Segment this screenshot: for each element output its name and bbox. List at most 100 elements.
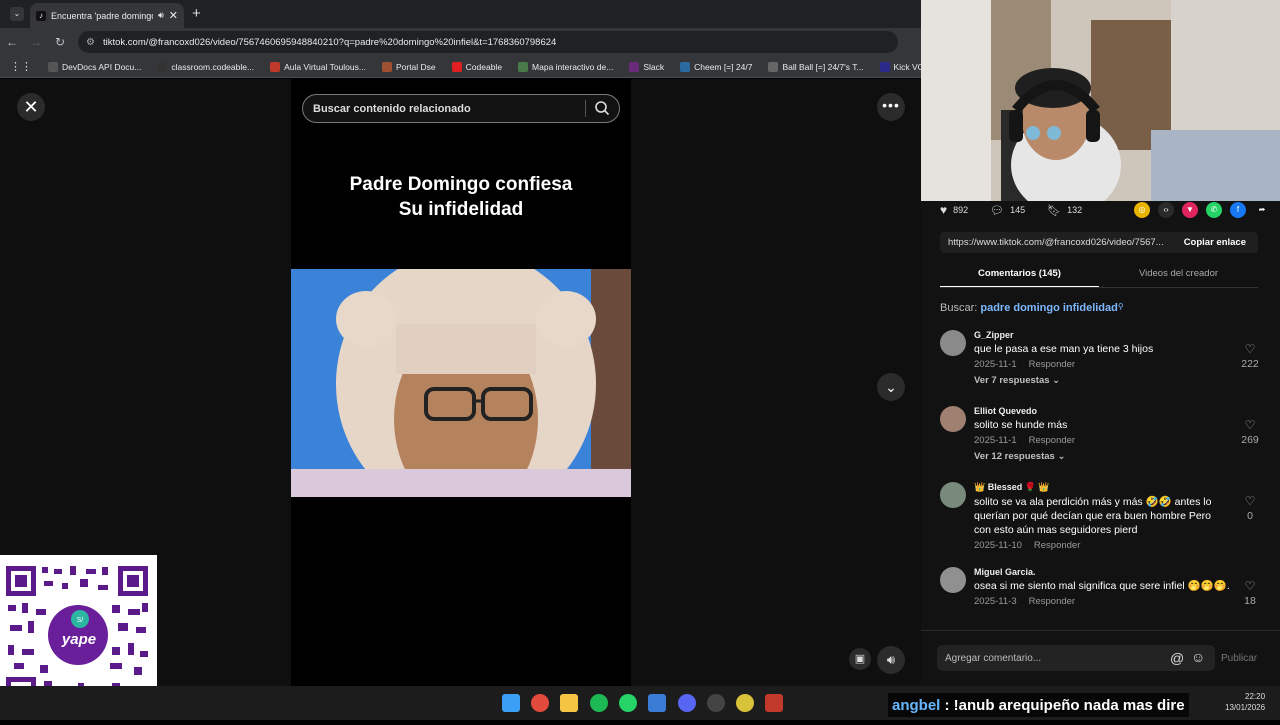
comment-input[interactable] — [945, 652, 1165, 664]
search-icon[interactable] — [594, 100, 610, 116]
reload-icon[interactable]: ↻ — [48, 35, 72, 49]
comment-like-button[interactable]: ♡ 0 — [1238, 494, 1262, 522]
copy-link-button[interactable]: Copiar enlace — [1172, 237, 1258, 248]
comment-like-count: 0 — [1247, 510, 1253, 522]
bookmark-item[interactable]: Mapa interactivo de... — [510, 61, 621, 72]
close-tab-icon[interactable]: ✕ — [169, 9, 178, 22]
bookmark-item[interactable]: Portal Dse — [374, 61, 444, 72]
bookmark-favicon-icon — [518, 61, 529, 72]
obs-icon[interactable] — [707, 694, 725, 712]
spotify-icon[interactable] — [590, 694, 608, 712]
comment-like-button[interactable]: ♡ 222 — [1238, 342, 1262, 370]
chevron-down-icon: ⌄ — [1052, 375, 1061, 386]
tab-creator-videos[interactable]: Videos del creador — [1099, 264, 1258, 288]
comment-like-count: 269 — [1241, 434, 1259, 446]
chrome-icon[interactable] — [531, 694, 549, 712]
embed-icon[interactable]: ‹› — [1158, 202, 1174, 218]
app-icon[interactable] — [736, 694, 754, 712]
reply-button[interactable]: Responder — [1034, 540, 1080, 551]
comment-username[interactable]: Miguel Garcia. — [974, 567, 1230, 577]
bookmark-label: Slack — [643, 61, 665, 72]
system-clock[interactable]: 22:20 13/01/2026 — [1225, 691, 1265, 713]
tab-comments[interactable]: Comentarios (145) — [940, 264, 1099, 288]
likes-stat[interactable]: ♥ 892 — [940, 203, 968, 217]
next-video-button[interactable]: ⌄ — [877, 373, 905, 401]
bookmark-favicon-icon — [768, 61, 779, 72]
video-caption-line2: Su infidelidad — [398, 199, 524, 220]
comments-count: 145 — [1010, 205, 1026, 215]
saves-stat[interactable]: 🔖︎ 132 — [1047, 204, 1082, 217]
chat-username: angbel — [892, 696, 941, 714]
picture-in-picture-button[interactable]: ▣ — [849, 648, 871, 670]
likes-count: 892 — [953, 205, 969, 215]
comment-like-button[interactable]: ♡ 269 — [1238, 418, 1262, 446]
url-field[interactable]: ⚙ tiktok.com/@francoxd026/video/75674606… — [78, 31, 898, 53]
bookmark-icon: 🔖︎ — [1047, 204, 1062, 217]
bookmark-item[interactable]: Aula Virtual Toulous... — [262, 61, 374, 72]
forward-icon[interactable]: → — [24, 35, 48, 49]
comment-username[interactable]: Elliot Quevedo — [974, 406, 1230, 416]
new-tab-icon[interactable]: + — [192, 5, 201, 22]
back-icon[interactable]: ← — [0, 35, 24, 49]
view-replies-label: Ver 7 respuestas — [974, 375, 1050, 386]
avatar[interactable] — [940, 567, 966, 593]
view-replies-button[interactable]: Ver 12 respuestas ⌄ — [974, 451, 1230, 462]
heart-outline-icon: ♡ — [1244, 342, 1256, 356]
bookmark-item[interactable]: Ball Ball [=] 24/7's T... — [760, 61, 871, 72]
windows-start-icon[interactable] — [502, 694, 520, 712]
browser-tab[interactable]: ♪ Encuentra 'padre domingo 🔊︎ ✕ — [30, 3, 184, 28]
related-search-field[interactable] — [302, 94, 620, 123]
related-search-query[interactable]: padre domingo infidelidad — [980, 302, 1118, 314]
volume-button[interactable]: 🔊︎ — [877, 646, 905, 674]
whatsapp-app-icon[interactable] — [619, 694, 637, 712]
related-search-suggestion[interactable]: Buscar: padre domingo infidelidad⚲ — [940, 302, 1124, 314]
share-link-text[interactable]: https://www.tiktok.com/@francoxd026/vide… — [948, 237, 1172, 248]
share-arrow-icon[interactable]: ➦ — [1254, 202, 1270, 218]
video-stats-row: ♥ 892 💬︎ 145 🔖︎ 132 ◎ ‹› ▼ ✆ f ➦ — [940, 201, 1270, 219]
site-info-icon[interactable]: ⚙ — [86, 37, 95, 48]
comment-username[interactable]: 👑 Blessed 🌹 👑 — [974, 482, 1230, 493]
related-search-input[interactable] — [313, 102, 583, 115]
avatar[interactable] — [940, 406, 966, 432]
reply-button[interactable]: Responder — [1029, 435, 1075, 446]
bookmark-item[interactable]: Cheem [=] 24/7 — [672, 61, 760, 72]
avatar[interactable] — [940, 482, 966, 508]
address-bar-row: ← → ↻ ⚙ tiktok.com/@francoxd026/video/75… — [0, 28, 921, 56]
comment-icon: 💬︎ — [990, 204, 1005, 217]
discord-icon[interactable] — [678, 694, 696, 712]
comments-stat[interactable]: 💬︎ 145 — [990, 204, 1025, 217]
comment-username[interactable]: G_Zipper — [974, 330, 1230, 340]
bookmark-item[interactable]: classroom.codeable... — [149, 61, 262, 72]
emoji-icon[interactable]: ☺ — [1191, 649, 1205, 665]
send-share-icon[interactable]: ▼ — [1182, 202, 1198, 218]
tiktok-favicon-icon: ♪ — [36, 10, 46, 21]
comment-like-button[interactable]: ♡ 18 — [1238, 579, 1262, 607]
reply-button[interactable]: Responder — [1029, 359, 1075, 370]
bookmark-item[interactable]: DevDocs API Docu... — [40, 61, 149, 72]
comment-item: 👑 Blessed 🌹 👑 solito se va ala perdición… — [940, 482, 1262, 558]
comment-item: G_Zipper que le pasa a ese man ya tiene … — [940, 330, 1262, 396]
streamer-webcam — [921, 0, 1280, 201]
more-options-button[interactable]: ••• — [877, 93, 905, 121]
avatar[interactable] — [940, 330, 966, 356]
audio-playing-icon[interactable]: 🔊︎ — [158, 10, 164, 21]
view-replies-button[interactable]: Ver 7 respuestas ⌄ — [974, 375, 1230, 386]
bookmark-item[interactable]: Codeable — [444, 61, 510, 72]
bookmark-favicon-icon — [48, 61, 58, 72]
search-divider — [585, 100, 586, 117]
publish-button[interactable]: Publicar — [1221, 653, 1257, 664]
coin-share-icon[interactable]: ◎ — [1134, 202, 1150, 218]
file-explorer-icon[interactable] — [560, 694, 578, 712]
close-viewer-button[interactable]: ✕ — [17, 93, 45, 121]
apps-grid-icon[interactable]: ⋮⋮ — [10, 60, 32, 73]
facebook-icon[interactable]: f — [1230, 202, 1246, 218]
reply-button[interactable]: Responder — [1029, 596, 1075, 607]
whatsapp-icon[interactable]: ✆ — [1206, 202, 1222, 218]
winrar-icon[interactable] — [765, 694, 783, 712]
bookmark-item[interactable]: Slack — [621, 61, 672, 72]
bookmark-label: Portal Dse — [395, 61, 436, 72]
comment-text: solito se va ala perdición más y más 🤣🤣 … — [974, 496, 1212, 536]
photos-icon[interactable] — [648, 694, 666, 712]
mention-icon[interactable]: @ — [1170, 650, 1184, 666]
tab-list-icon[interactable]: ⌄ — [10, 7, 24, 21]
